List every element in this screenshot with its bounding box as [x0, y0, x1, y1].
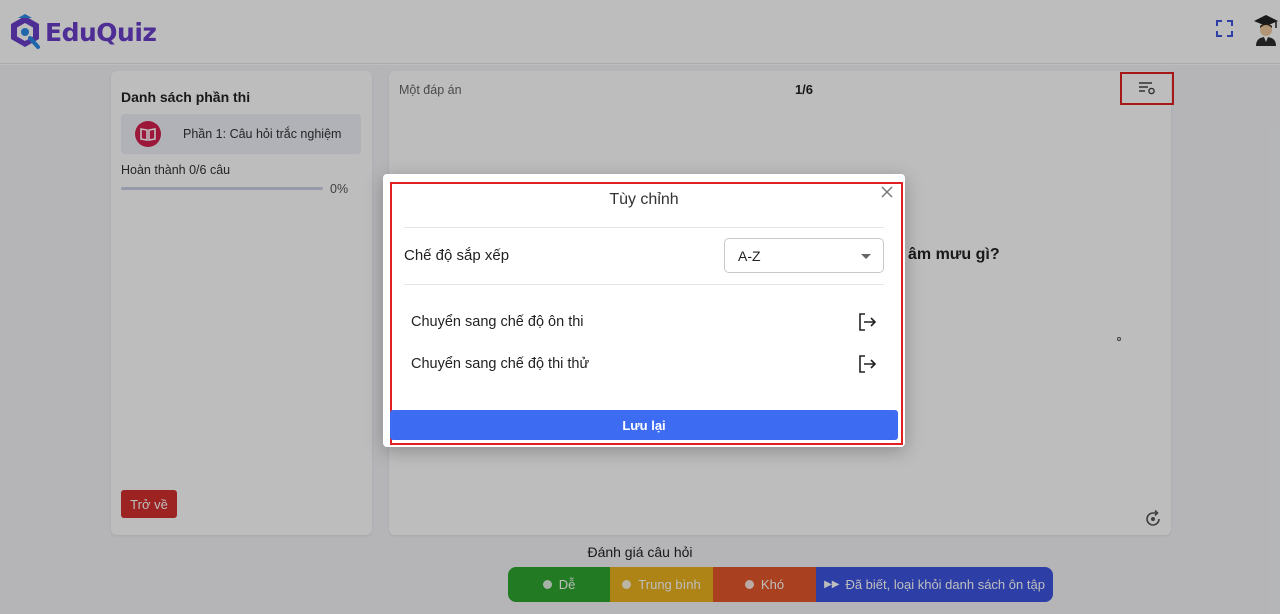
sort-mode-select[interactable]: A-Z: [724, 238, 884, 273]
mode-label: Chuyển sang chế độ thi thử: [411, 356, 590, 372]
modal-divider: [404, 284, 884, 285]
modal-divider: [404, 227, 884, 228]
save-button[interactable]: Lưu lại: [390, 410, 898, 440]
mode-label: Chuyển sang chế độ ôn thi: [411, 314, 584, 330]
customize-modal: Tùy chỉnh Chế độ sắp xếp A-Z Chuyển sang…: [383, 174, 905, 447]
switch-to-review-mode[interactable]: Chuyển sang chế độ ôn thi: [411, 308, 877, 338]
exit-arrow-icon: [859, 355, 877, 373]
close-icon[interactable]: [879, 184, 895, 200]
exit-arrow-icon: [859, 313, 877, 331]
caret-down-icon: [861, 254, 871, 259]
modal-title: Tùy chỉnh: [609, 191, 679, 208]
sort-mode-label: Chế độ sắp xếp: [404, 247, 510, 264]
switch-to-mock-exam-mode[interactable]: Chuyển sang chế độ thi thử: [411, 350, 877, 380]
sort-mode-value: A-Z: [738, 248, 761, 264]
